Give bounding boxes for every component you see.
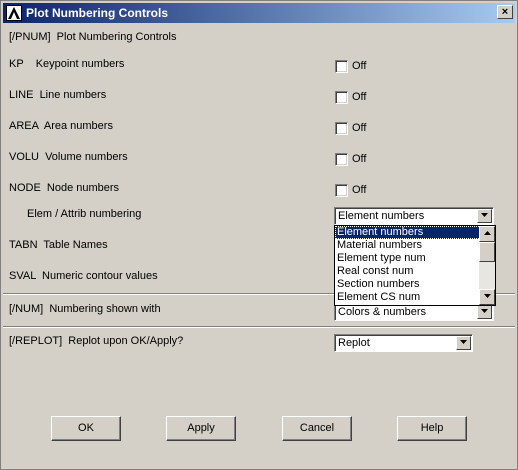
close-icon: × [501, 6, 509, 18]
num-value: Colors & numbers [338, 306, 427, 318]
scrollbar-thumb[interactable] [479, 242, 495, 262]
chevron-down-icon [483, 294, 491, 298]
kp-check-label: Off [352, 60, 367, 72]
elem-attrib-label: Elem / Attrib numbering [27, 208, 142, 220]
scroll-down-button[interactable] [479, 289, 495, 305]
line-checkbox[interactable] [335, 91, 348, 104]
num-label: [/NUM] Numbering shown with [9, 303, 161, 315]
replot-label: [/REPLOT] Replot upon OK/Apply? [9, 335, 184, 347]
close-button[interactable]: × [497, 5, 513, 19]
cancel-button[interactable]: Cancel [282, 416, 352, 441]
separator [3, 326, 515, 328]
volu-label: VOLU Volume numbers [9, 151, 128, 163]
chevron-up-icon [483, 231, 491, 235]
replot-value: Replot [338, 337, 370, 349]
elem-attrib-dropdown-list[interactable]: Element numbers Material numbers Element… [334, 225, 496, 306]
header-label: [/PNUM] Plot Numbering Controls [9, 31, 177, 43]
area-check-label: Off [352, 122, 367, 134]
elem-attrib-dropdown-button[interactable] [477, 209, 492, 223]
kp-checkbox[interactable] [335, 60, 348, 73]
list-item[interactable]: Real const num [335, 265, 495, 278]
title-bar: Plot Numbering Controls × [3, 3, 515, 23]
node-check-label: Off [352, 184, 367, 196]
area-checkbox[interactable] [335, 122, 348, 135]
list-item[interactable]: Element type num [335, 252, 495, 265]
scrollbar[interactable] [479, 226, 495, 305]
list-item[interactable]: Material numbers [335, 239, 495, 252]
area-label: AREA Area numbers [9, 120, 113, 132]
help-button[interactable]: Help [397, 416, 467, 441]
tabn-label: TABN Table Names [9, 239, 108, 251]
num-dropdown-button[interactable] [477, 305, 492, 319]
scroll-up-button[interactable] [479, 226, 495, 242]
list-item[interactable]: Element CS num [335, 291, 495, 304]
replot-select[interactable]: Replot [334, 334, 473, 352]
apply-button[interactable]: Apply [166, 416, 236, 441]
elem-attrib-select[interactable]: Element numbers [334, 207, 494, 225]
kp-label: KP Keypoint numbers [9, 58, 125, 70]
ansys-logo-icon [6, 5, 22, 21]
sval-label: SVAL Numeric contour values [9, 270, 158, 282]
chevron-down-icon [460, 340, 467, 344]
chevron-down-icon [481, 309, 488, 313]
elem-attrib-value: Element numbers [338, 210, 425, 222]
replot-dropdown-button[interactable] [456, 336, 471, 350]
node-label: NODE Node numbers [9, 182, 120, 194]
dialog-window: Plot Numbering Controls × [/PNUM] Plot N… [0, 0, 518, 470]
list-item[interactable]: Element numbers [335, 226, 495, 239]
list-item[interactable]: Section numbers [335, 278, 495, 291]
node-checkbox[interactable] [335, 184, 348, 197]
line-label: LINE Line numbers [9, 89, 107, 101]
window-title: Plot Numbering Controls [26, 6, 168, 20]
line-check-label: Off [352, 91, 367, 103]
volu-checkbox[interactable] [335, 153, 348, 166]
ok-button[interactable]: OK [51, 416, 121, 441]
volu-check-label: Off [352, 153, 367, 165]
chevron-down-icon [481, 213, 488, 217]
